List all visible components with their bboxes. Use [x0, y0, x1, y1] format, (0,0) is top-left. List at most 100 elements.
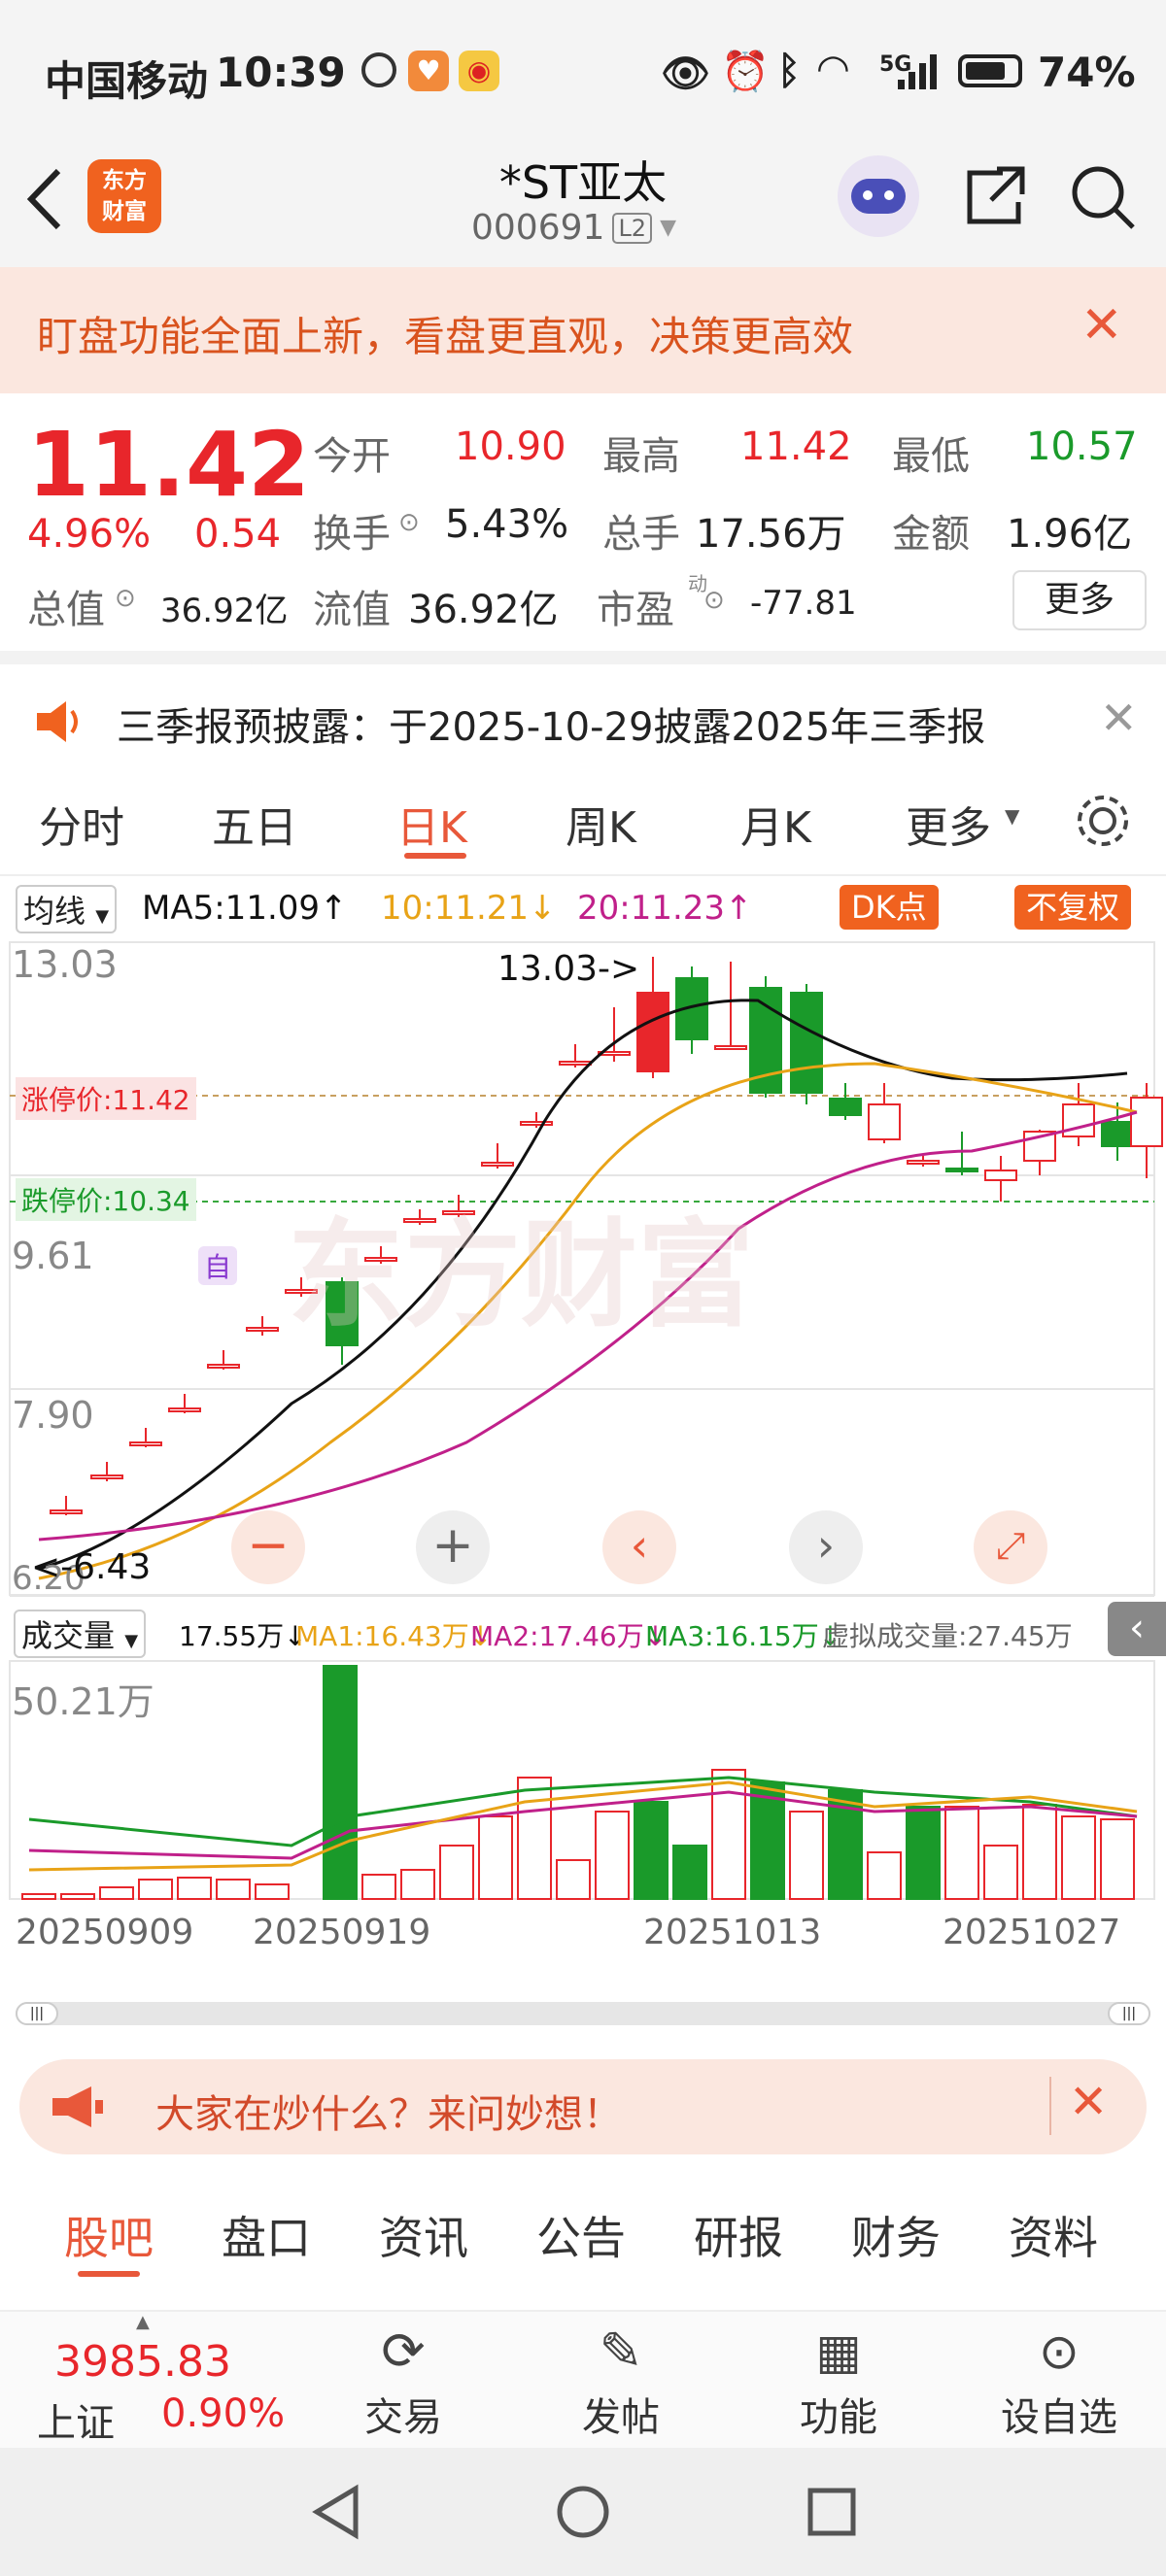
candle-body: [829, 1098, 862, 1116]
volume-ma2: MA2:17.46万↓: [470, 1620, 668, 1652]
wifi-icon: ◠: [818, 47, 848, 91]
scroll-handle-right[interactable]: |||: [1108, 2002, 1150, 2025]
functions-button[interactable]: ▦ 功能: [775, 2318, 902, 2444]
high-value: 11.42: [740, 424, 852, 469]
limit-down-label: 跌停价:10.34: [16, 1178, 196, 1221]
volume-ma3: MA3:16.15万↓: [645, 1620, 842, 1652]
tab-announcements[interactable]: 公告: [536, 2203, 626, 2267]
ask-text: 大家在炒什么？来问妙想！: [155, 2092, 622, 2137]
tab-order-book[interactable]: 盘口: [222, 2203, 311, 2267]
scroll-right-button[interactable]: ›: [789, 1510, 863, 1584]
index-change: 0.90%: [161, 2391, 286, 2436]
zoom-out-button[interactable]: −: [231, 1510, 305, 1584]
date-tick: 20250909: [16, 1913, 194, 1952]
clock: 10:39: [216, 49, 346, 96]
back-icon[interactable]: [23, 165, 66, 233]
speaker-icon: [37, 701, 78, 742]
volume-bar: [634, 1801, 669, 1900]
volume-label: 总手: [602, 512, 680, 557]
volume-bar: [672, 1845, 707, 1900]
yen-exchange-icon: ⟳: [381, 2321, 426, 2382]
adjust-mode-button[interactable]: 不复权: [1014, 885, 1132, 930]
tab-monthly-k[interactable]: 月K: [740, 793, 811, 855]
close-icon[interactable]: ✕: [1069, 2075, 1108, 2129]
kline-chart[interactable]: 13.03 9.61 7.90 6.20 涨停价:11.42 跌停价:10.34…: [0, 937, 1166, 2025]
tab-weekly-k[interactable]: 周K: [566, 793, 636, 855]
speed-icon: [361, 52, 396, 87]
post-button[interactable]: ✎ 发帖: [558, 2318, 684, 2444]
candle-body: [714, 1045, 747, 1050]
tab-daily-k[interactable]: 日K: [396, 793, 467, 855]
ask-assistant-bar[interactable]: 大家在炒什么？来问妙想！ ✕: [19, 2059, 1147, 2154]
info-icon[interactable]: ⊙: [115, 584, 136, 613]
stock-code-row[interactable]: 000691 L2 ▼: [471, 208, 676, 248]
tab-intraday[interactable]: 分时: [39, 793, 124, 855]
candle-body: [246, 1327, 279, 1332]
price-tick-high: 13.03: [12, 943, 118, 986]
announcement-bar[interactable]: 三季报预披露：于2025-10-29披露2025年三季报 ✕: [0, 651, 1166, 783]
volume-value: 17.56万: [696, 512, 846, 557]
settings-gear-icon[interactable]: [1073, 791, 1133, 851]
volume-bar: [478, 1815, 513, 1900]
level-badge: L2: [612, 212, 653, 244]
volume-bar: [400, 1869, 435, 1900]
candle-body: [984, 1169, 1017, 1181]
tab-profile[interactable]: 资料: [1009, 2203, 1098, 2267]
volume-bar: [138, 1879, 173, 1900]
close-icon[interactable]: ✕: [1080, 296, 1123, 355]
tab-five-day[interactable]: 五日: [212, 793, 297, 855]
collapse-panel-button[interactable]: ‹: [1108, 1602, 1166, 1656]
weibo-icon: ◉: [459, 51, 499, 91]
candle-body: [129, 1441, 162, 1446]
nav-home-icon[interactable]: [554, 2483, 612, 2541]
tab-guba[interactable]: 股吧: [64, 2203, 154, 2267]
index-name: 上证: [37, 2401, 115, 2446]
info-icon[interactable]: ⊙: [398, 508, 420, 537]
zoom-in-button[interactable]: +: [416, 1510, 490, 1584]
volume-bar: [595, 1811, 630, 1900]
scroll-handle-left[interactable]: |||: [16, 2002, 58, 2025]
index-ticker[interactable]: 3985.83 上证 0.90%: [0, 2312, 321, 2448]
assistant-avatar-icon[interactable]: [838, 155, 919, 237]
ma-selector[interactable]: 均线 ▼: [16, 885, 118, 933]
active-tab-indicator: [78, 2271, 140, 2277]
share-icon[interactable]: [964, 163, 1028, 227]
candle-body: [520, 1121, 553, 1126]
period-high-marker: 13.03->: [497, 949, 640, 989]
mktcap-label: 总值: [27, 588, 105, 632]
stock-code: 000691: [471, 208, 605, 248]
volume-selector[interactable]: 成交量 ▼: [14, 1610, 147, 1658]
feature-banner[interactable]: 盯盘功能全面上新，看盘更直观，决策更高效 ✕: [0, 267, 1166, 393]
more-button[interactable]: 更多: [1012, 570, 1147, 630]
battery-level: 74%: [1038, 49, 1136, 96]
trade-button[interactable]: ⟳ 交易: [340, 2318, 466, 2444]
chart-scrollbar[interactable]: ||| |||: [16, 2002, 1150, 2025]
tab-more[interactable]: 更多: [906, 793, 991, 855]
dk-button[interactable]: DK点: [840, 885, 939, 930]
tab-research[interactable]: 研报: [694, 2203, 783, 2267]
volume-bar: [323, 1665, 358, 1900]
scroll-left-button[interactable]: ‹: [602, 1510, 676, 1584]
ma-indicator-bar: 均线 ▼ MA5:11.09↑ 10:11.21↓ 20:11.23↑ DK点 …: [0, 877, 1166, 937]
volume-bar: [439, 1845, 474, 1900]
fullscreen-button[interactable]: ⤢: [974, 1510, 1047, 1584]
tab-news[interactable]: 资讯: [379, 2203, 468, 2267]
eye-icon: 👁: [661, 51, 710, 96]
add-watchlist-button[interactable]: ⊙ 设自选: [981, 2318, 1137, 2444]
nav-back-icon[interactable]: [307, 2483, 365, 2541]
mktcap-value: 36.92亿: [160, 592, 289, 630]
close-icon[interactable]: ✕: [1100, 692, 1138, 744]
change-amount: 0.54: [194, 512, 282, 557]
price-tick-mid: 9.61: [12, 1235, 94, 1277]
candle-body: [1130, 1097, 1163, 1147]
info-icon[interactable]: ⊙: [703, 586, 725, 615]
tab-financials[interactable]: 财务: [851, 2203, 941, 2267]
search-icon[interactable]: [1069, 163, 1137, 231]
limit-up-label: 涨停价:11.42: [16, 1077, 196, 1120]
volume-bar: [99, 1886, 134, 1900]
volume-current: 17.55万↓: [179, 1620, 307, 1652]
nav-recents-icon[interactable]: [803, 2483, 861, 2541]
volume-header: 成交量 ▼ 17.55万↓ MA1:16.43万↓ MA2:17.46万↓ MA…: [0, 1602, 1166, 1658]
volume-bar: [1061, 1815, 1096, 1900]
candle-body: [945, 1168, 978, 1172]
